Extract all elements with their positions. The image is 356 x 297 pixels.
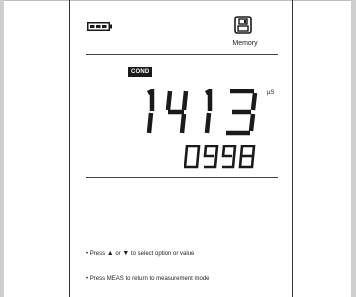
main-digit-4: [165, 90, 189, 134]
memory-save-icon: [234, 16, 252, 34]
instruction-return: • Press MEAS to return to measurement mo…: [86, 276, 210, 282]
sub-digit-9b: [221, 145, 237, 169]
memory-label: Memory: [232, 40, 258, 47]
right-frame-bar: [351, 0, 356, 297]
main-digit-3: [226, 89, 258, 136]
instruction-select: • Press ▲ or ▼ to select option or value: [86, 250, 194, 257]
sub-digit-0: [184, 145, 201, 169]
main-digit-1b: [204, 89, 213, 134]
battery-full-icon: [87, 22, 112, 31]
lcd-display-panel: Memory COND 1413 µS 0998 • Press ▲ or ▼ …: [69, 0, 293, 297]
left-frame-bar: [0, 0, 4, 297]
sub-digit-9a: [203, 145, 219, 169]
instruction-select-suffix: to select option or value: [129, 251, 195, 257]
main-reading-display: 1413: [144, 89, 258, 136]
sub-digit-8: [238, 145, 256, 169]
unit-label: µS: [267, 90, 275, 96]
main-digit-1: [146, 89, 155, 134]
main-reading-text: 1413: [144, 89, 147, 90]
up-arrow-icon: ▲: [106, 250, 114, 257]
header-divider: [86, 54, 278, 55]
instruction-select-prefix: • Press: [86, 251, 107, 257]
reading-divider: [86, 177, 278, 178]
secondary-reading-display: 0998: [184, 145, 256, 169]
mode-badge: COND: [128, 67, 153, 77]
